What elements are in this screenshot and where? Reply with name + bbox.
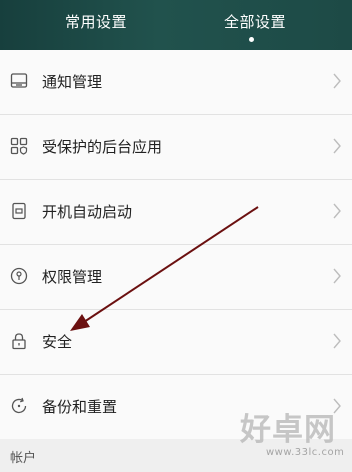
settings-item-security[interactable]: 安全 [0, 310, 352, 375]
settings-list: 通知管理 受保护的后台应用 开机自动启动 权限管理 安全 备份和重置 [0, 50, 352, 440]
active-tab-indicator [249, 37, 254, 42]
notification-tray-icon [10, 73, 28, 88]
chevron-right-icon [333, 73, 341, 89]
permission-icon [10, 267, 28, 285]
settings-item-label: 开机自动启动 [42, 203, 133, 221]
backup-reset-icon [11, 397, 27, 414]
section-header-label: 帐户 [10, 451, 37, 466]
settings-item-permissions[interactable]: 权限管理 [0, 245, 352, 310]
settings-item-auto-start[interactable]: 开机自动启动 [0, 180, 352, 245]
tab-common-settings[interactable]: 常用设置 [65, 13, 127, 31]
settings-item-label: 安全 [42, 333, 73, 351]
settings-item-protected-apps[interactable]: 受保护的后台应用 [0, 115, 352, 180]
settings-item-notification[interactable]: 通知管理 [0, 50, 352, 115]
watermark: 好卓网 www.33lc.com [236, 404, 352, 472]
chevron-right-icon [333, 268, 341, 284]
lock-icon [12, 333, 26, 350]
settings-item-label: 通知管理 [42, 73, 103, 91]
watermark-logo-text: 好卓网 [240, 412, 336, 448]
top-tab-bar: 常用设置 全部设置 [0, 0, 352, 50]
chevron-right-icon [333, 138, 341, 154]
protected-apps-icon [10, 137, 28, 155]
settings-item-label: 权限管理 [42, 268, 103, 286]
tab-all-settings[interactable]: 全部设置 [224, 13, 286, 31]
chevron-right-icon [333, 333, 341, 349]
watermark-url: www.33lc.com [266, 447, 345, 458]
auto-start-icon [12, 202, 26, 220]
settings-item-label: 备份和重置 [42, 398, 118, 416]
settings-item-label: 受保护的后台应用 [42, 138, 163, 156]
chevron-right-icon [333, 203, 341, 219]
